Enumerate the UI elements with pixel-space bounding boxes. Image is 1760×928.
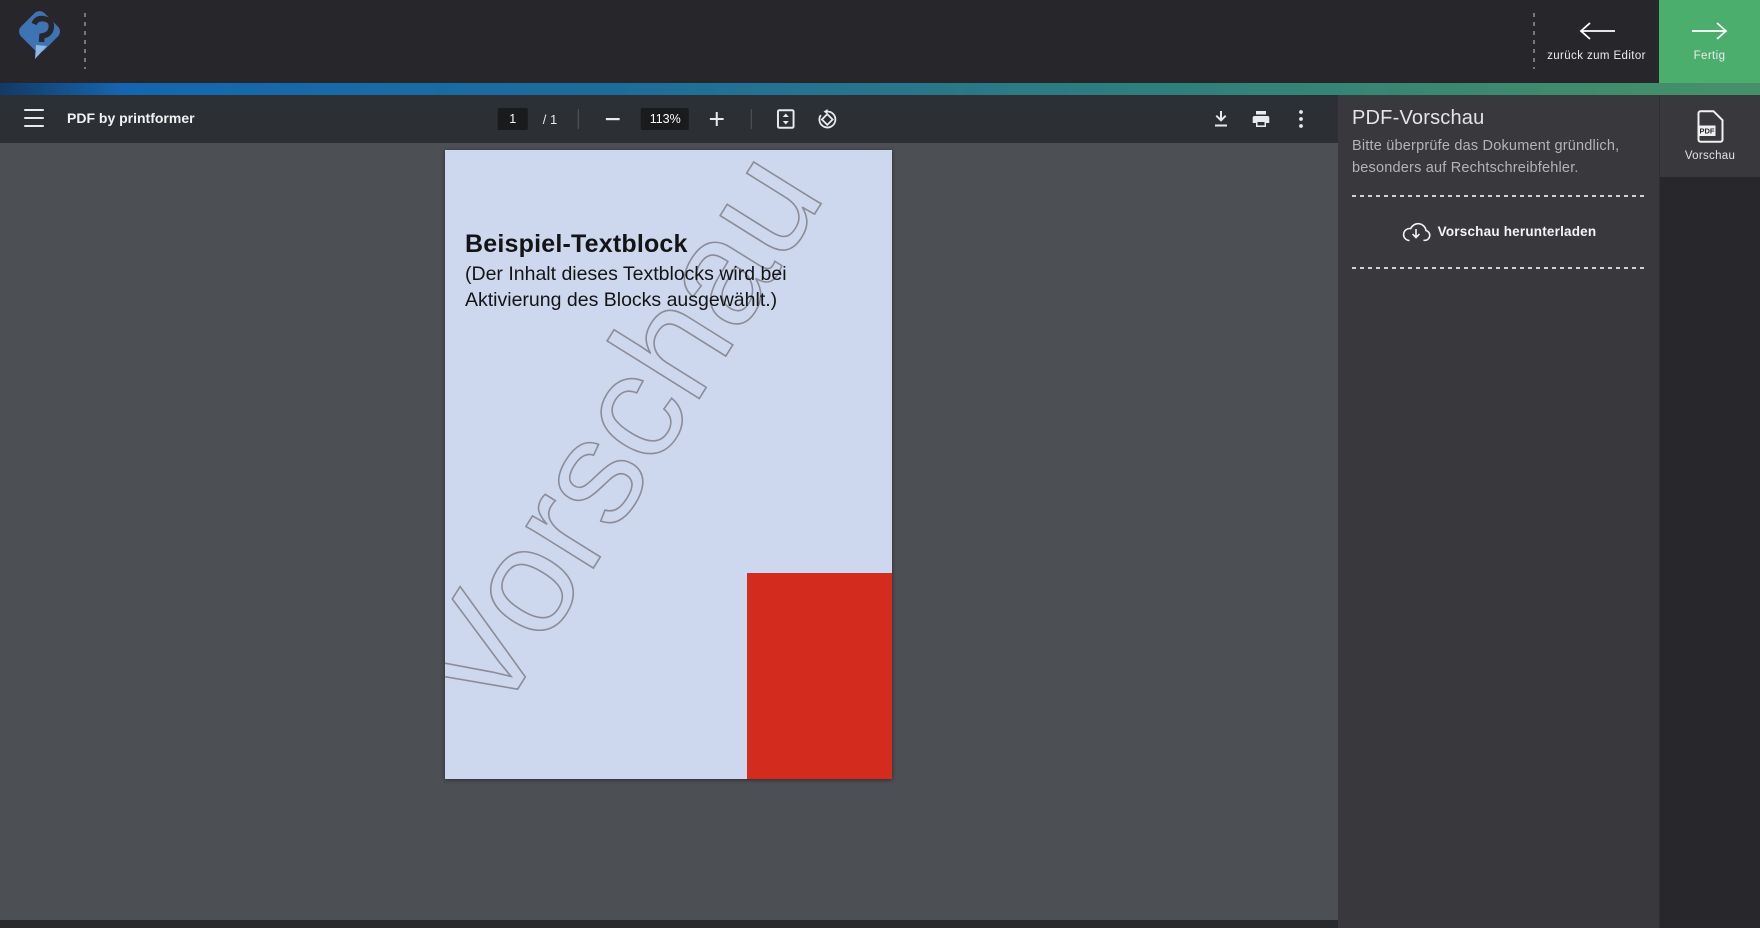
sidebar-title: PDF-Vorschau — [1352, 107, 1645, 130]
cloud-download-icon — [1401, 220, 1431, 243]
zoom-out-button[interactable] — [600, 106, 626, 132]
page-count-label: / 1 — [543, 112, 557, 127]
document-heading: Beispiel-Textblock — [465, 230, 872, 259]
progress-gradient-bar — [0, 83, 1760, 95]
print-icon[interactable] — [1248, 106, 1274, 132]
fit-to-page-icon[interactable] — [773, 106, 799, 132]
back-to-editor-button[interactable]: zurück zum Editor — [1535, 0, 1658, 83]
download-icon[interactable] — [1208, 106, 1234, 132]
viewer-bottom-strip — [0, 920, 1338, 928]
pdf-page: Vorschau Beispiel-Textblock (Der Inhalt … — [445, 150, 892, 779]
topbar-divider-left — [84, 13, 86, 69]
pdf-document-title: PDF by printformer — [67, 110, 195, 126]
printformer-logo[interactable] — [16, 9, 68, 69]
rotate-icon[interactable] — [814, 106, 840, 132]
preview-tab-label: Vorschau — [1685, 150, 1735, 162]
download-preview-button[interactable]: Vorschau herunterladen — [1352, 197, 1645, 267]
arrow-left-icon — [1577, 21, 1617, 41]
back-to-editor-label: zurück zum Editor — [1547, 50, 1646, 62]
toolbar-divider — [578, 109, 579, 129]
top-app-bar: zurück zum Editor Fertig — [0, 0, 1760, 83]
page-number-input[interactable]: 1 — [498, 108, 528, 130]
svg-text:PDF: PDF — [1699, 127, 1714, 136]
pdf-file-icon: PDF — [1697, 110, 1724, 143]
done-label: Fertig — [1694, 50, 1726, 62]
download-preview-label: Vorschau herunterladen — [1438, 224, 1597, 239]
pdf-preview-sidebar: PDF-Vorschau Bitte überprüfe das Dokumen… — [1338, 95, 1659, 928]
zoom-level-display: 113% — [641, 108, 689, 130]
document-body-text: (Der Inhalt dieses Textblocks wird bei A… — [465, 262, 872, 313]
right-tool-rail: PDF Vorschau — [1659, 95, 1760, 928]
dashed-separator — [1352, 267, 1645, 269]
arrow-right-icon — [1690, 21, 1730, 41]
zoom-in-button[interactable] — [704, 106, 730, 132]
menu-icon[interactable] — [24, 109, 44, 127]
pdf-canvas-area[interactable]: Vorschau Beispiel-Textblock (Der Inhalt … — [0, 143, 1338, 920]
sidebar-description: Bitte überprüfe das Dokument gründlich, … — [1352, 136, 1645, 180]
toolbar-divider — [751, 109, 752, 129]
pdf-viewer-toolbar: PDF by printformer 1 / 1 113% — [0, 95, 1338, 143]
document-text-block: Beispiel-Textblock (Der Inhalt dieses Te… — [445, 150, 892, 313]
more-options-icon[interactable] — [1288, 106, 1314, 132]
done-button[interactable]: Fertig — [1659, 0, 1760, 83]
preview-tab[interactable]: PDF Vorschau — [1660, 95, 1760, 177]
red-color-block — [747, 573, 892, 779]
